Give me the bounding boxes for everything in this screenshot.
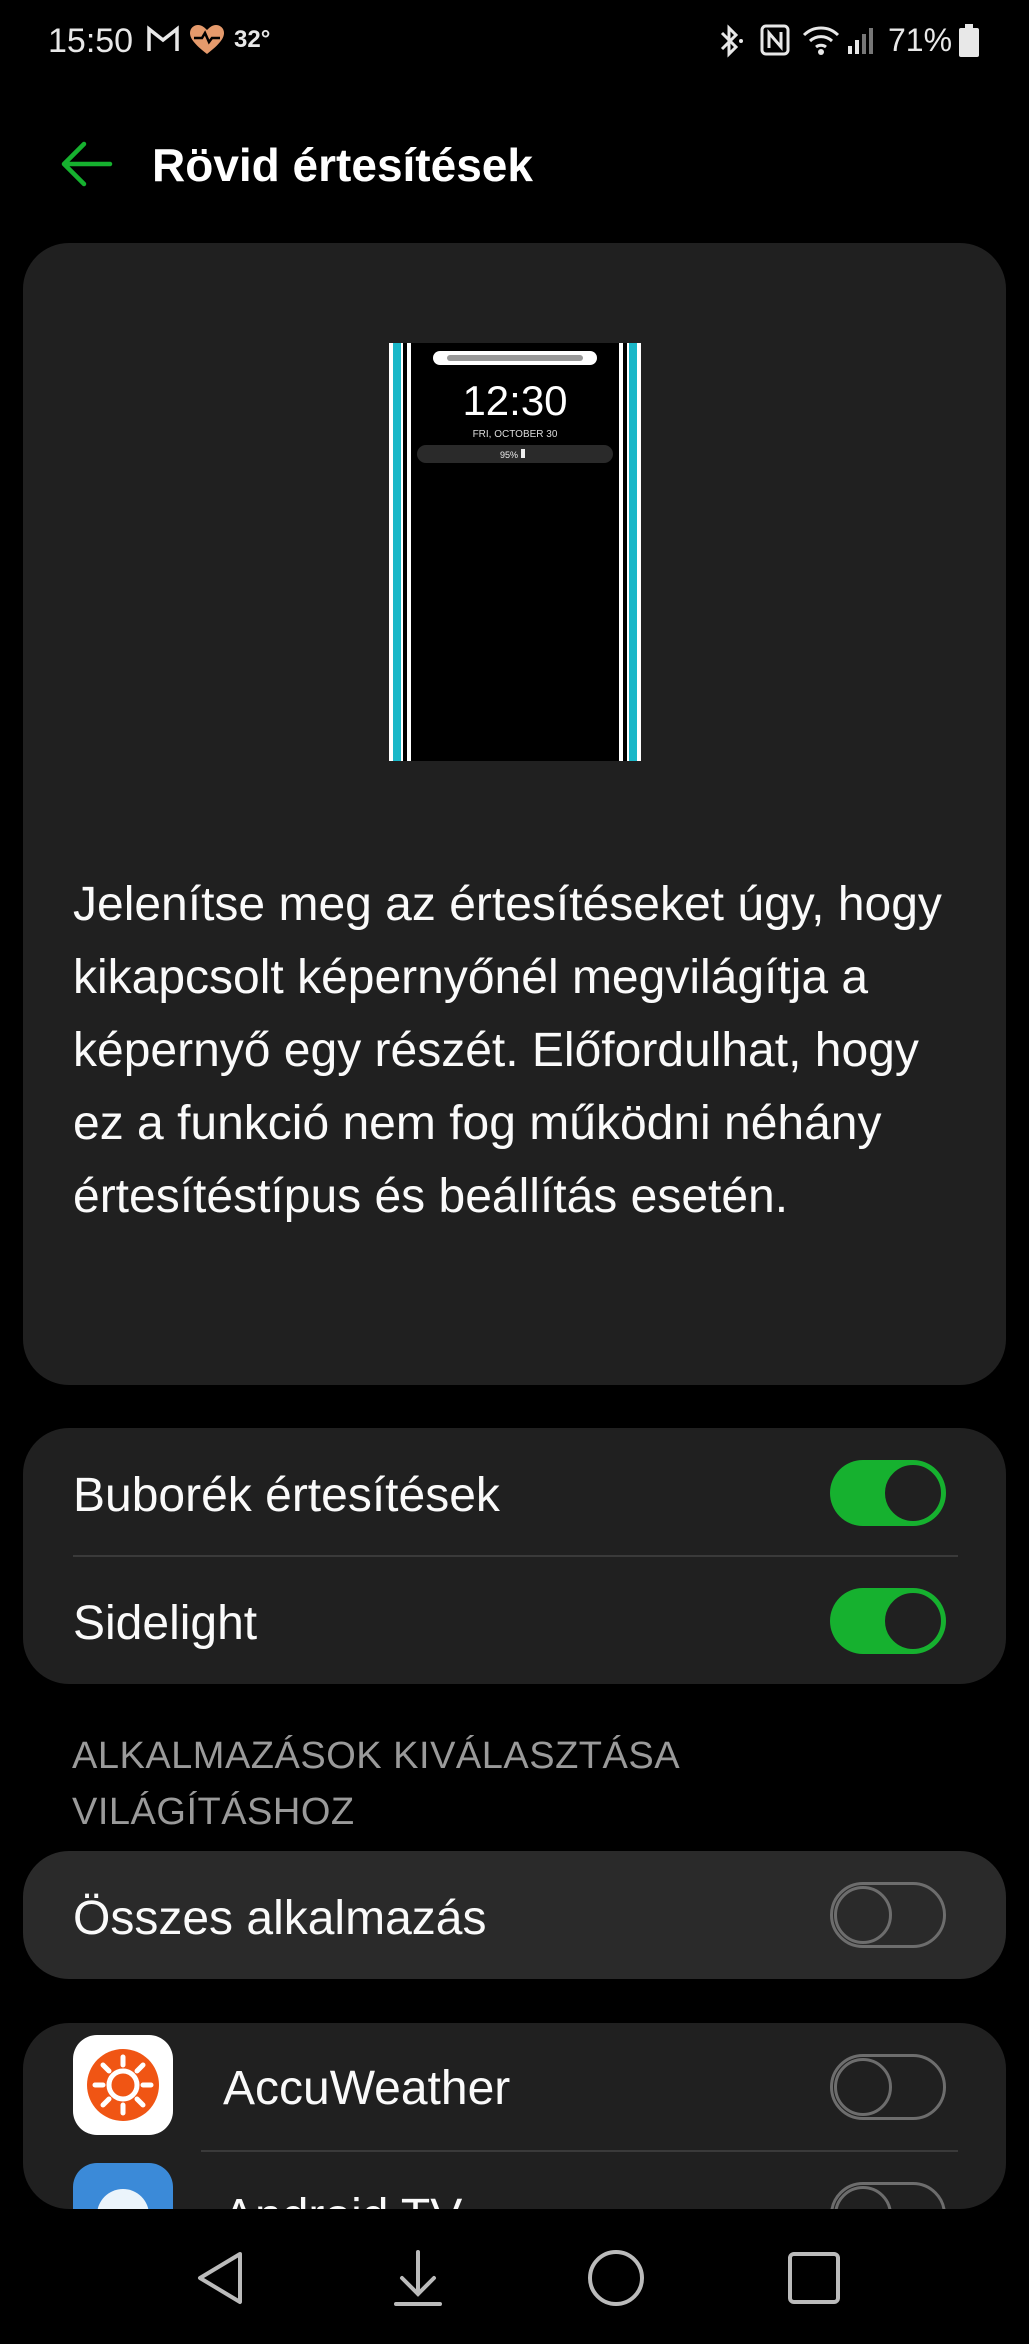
setting-row-sidelight[interactable]: Sidelight	[23, 1556, 1006, 1684]
setting-label: Sidelight	[73, 1597, 258, 1650]
setting-row-bubble[interactable]: Buborék értesítések	[23, 1428, 1006, 1556]
section-header-line2: VILÁGÍTÁSHOZ	[72, 1791, 355, 1833]
preview-time: 12:30	[462, 377, 567, 424]
all-apps-label: Összes alkalmazás	[73, 1892, 487, 1945]
page-title: Rövid értesítések	[152, 139, 533, 191]
arrow-left-icon	[61, 141, 113, 187]
status-time: 15:50	[48, 22, 134, 60]
home-nav-icon	[588, 2250, 644, 2306]
cell-signal-icon	[846, 24, 880, 61]
app-label: Android TV	[223, 2189, 462, 2209]
toggle-knob	[882, 1590, 944, 1652]
recents-nav-icon	[788, 2252, 840, 2304]
home-nav-button[interactable]	[584, 2246, 648, 2310]
battery-icon	[958, 24, 980, 63]
recents-nav-button[interactable]	[782, 2246, 846, 2310]
toggle-settings-card: Buborék értesítések Sidelight	[23, 1428, 1006, 1684]
toggle-knob	[834, 2058, 892, 2116]
app-label: AccuWeather	[223, 2062, 511, 2115]
notification-pull-button[interactable]	[386, 2246, 450, 2310]
navigation-bar	[0, 2210, 1029, 2344]
all-apps-card[interactable]: Összes alkalmazás	[23, 1851, 1006, 1979]
section-header-line1: ALKALMAZÁSOK KIVÁLASZTÁSA	[72, 1735, 681, 1777]
back-button[interactable]	[54, 132, 118, 196]
section-header: ALKALMAZÁSOK KIVÁLASZTÁSA VILÁGÍTÁSHOZ	[72, 1728, 872, 1840]
android-tv-icon	[73, 2163, 173, 2209]
toggle-knob	[834, 2186, 892, 2209]
back-nav-button[interactable]	[188, 2246, 252, 2310]
phone-preview: 12:30 FRI, OCTOBER 30 95%	[389, 343, 641, 761]
app-bar: Rövid értesítések	[0, 110, 1029, 220]
android-tv-toggle[interactable]	[830, 2182, 946, 2209]
nfc-icon	[760, 24, 790, 61]
feature-description: Jelenítse meg az értesítéseket úgy, hogy…	[73, 878, 942, 1223]
toggle-knob	[882, 1462, 944, 1524]
setting-label: Buborék értesítések	[73, 1469, 500, 1522]
preview-battery: 95%	[500, 450, 518, 460]
apps-list-card: AccuWeather Android TV	[23, 2023, 1006, 2209]
list-item[interactable]: AccuWeather	[23, 2023, 1006, 2151]
all-apps-toggle[interactable]	[830, 1882, 946, 1948]
list-item[interactable]: Android TV	[23, 2151, 1006, 2209]
preview-date: FRI, OCTOBER 30	[473, 429, 558, 440]
notification-pull-icon	[394, 2250, 442, 2306]
battery-percent: 71%	[888, 22, 953, 58]
sidelight-toggle[interactable]	[830, 1588, 946, 1654]
gmail-icon	[146, 24, 180, 59]
phone-preview-illustration: 12:30 FRI, OCTOBER 30 95%	[389, 343, 641, 761]
bluetooth-icon	[716, 24, 746, 63]
status-temperature: 32°	[234, 26, 271, 53]
info-card: 12:30 FRI, OCTOBER 30 95% Jelenítse meg …	[23, 243, 1006, 1385]
wifi-icon	[802, 24, 840, 61]
toggle-knob	[834, 1886, 892, 1944]
status-bar: 15:50 32° 71%	[0, 0, 1029, 80]
bubble-notifications-toggle[interactable]	[830, 1460, 946, 1526]
health-heart-icon	[188, 24, 226, 61]
accuweather-toggle[interactable]	[830, 2054, 946, 2120]
back-nav-icon	[198, 2252, 242, 2304]
accuweather-icon	[73, 2035, 173, 2135]
